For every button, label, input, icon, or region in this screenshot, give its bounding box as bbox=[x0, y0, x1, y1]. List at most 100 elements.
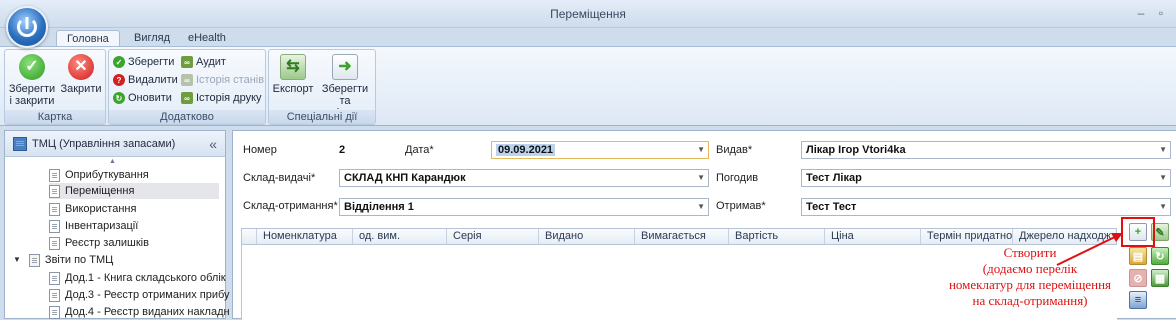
document-icon bbox=[49, 219, 60, 233]
restore-icon[interactable]: ▫ bbox=[1154, 6, 1168, 20]
group-label-card: Картка bbox=[5, 110, 105, 124]
window-title: Переміщення bbox=[550, 7, 626, 21]
export-icon: ⇆ bbox=[280, 54, 306, 80]
number-value: 2 bbox=[339, 144, 346, 156]
group-label-special: Спеціальні дії bbox=[269, 110, 375, 124]
title-bar: Переміщення – ▫ bbox=[0, 0, 1176, 28]
column-header[interactable]: од. вим. bbox=[352, 229, 446, 244]
export-button[interactable]: ⇆ Експорт bbox=[271, 54, 315, 95]
group-label-extra: Додатково bbox=[109, 110, 265, 124]
issued-by-field[interactable]: Лікар Ігор Vtori4ka ▼ bbox=[801, 141, 1171, 159]
column-header[interactable]: Вартість bbox=[728, 229, 824, 244]
items-grid-header: Номенклатура од. вим. Серія Видано Вимаг… bbox=[241, 228, 1117, 245]
refresh-icon: ↻ bbox=[1155, 250, 1165, 263]
document-copy-icon: ➜ bbox=[332, 54, 358, 80]
column-header[interactable]: Номенклатура bbox=[256, 229, 358, 244]
delete-button[interactable]: ? Видалити bbox=[113, 72, 178, 88]
tree-item-stock-register[interactable]: Реєстр залишків bbox=[49, 235, 149, 251]
wrench-icon: ✎ bbox=[1155, 226, 1165, 239]
print-history-button[interactable]: ∞ Історія друку bbox=[181, 90, 262, 106]
tree-item-report-4[interactable]: Дод.4 - Реєстр виданих накладн bbox=[49, 304, 230, 320]
tab-view[interactable]: Вигляд bbox=[124, 30, 180, 47]
ribbon-tabs: Головна Вигляд eHealth bbox=[0, 28, 1176, 47]
navigation-header: ТМЦ (Управління запасами) « bbox=[5, 131, 225, 157]
expand-icon: ▼ bbox=[13, 255, 21, 264]
received-by-field[interactable]: Тест Тест ▼ bbox=[801, 198, 1171, 216]
report-folder-icon bbox=[28, 253, 40, 267]
issued-by-label: Видав* bbox=[716, 144, 753, 156]
close-button[interactable]: ✕ Закрити bbox=[59, 54, 103, 95]
number-label: Номер bbox=[243, 144, 277, 156]
dropdown-arrow-icon[interactable]: ▼ bbox=[1159, 199, 1167, 215]
approved-by-label: Погодив bbox=[716, 172, 759, 184]
tree-item-inventory[interactable]: Інвентаризації bbox=[49, 218, 138, 234]
binoculars-icon: ∞ bbox=[181, 56, 193, 68]
to-warehouse-label: Склад-отримання* bbox=[243, 200, 338, 212]
audit-button[interactable]: ∞ Аудит bbox=[181, 54, 226, 70]
export-grid-button[interactable]: ▦ bbox=[1151, 269, 1169, 287]
check-icon: ✓ bbox=[113, 56, 125, 68]
list-icon: ≡ bbox=[1134, 294, 1142, 306]
document-icon bbox=[49, 168, 60, 182]
collapse-icon[interactable]: « bbox=[209, 136, 217, 152]
approved-by-field[interactable]: Тест Лікар ▼ bbox=[801, 169, 1171, 187]
ribbon-group-special: ⇆ Експорт ➜ Зберегти та копіювати Спеціа… bbox=[268, 49, 376, 125]
tree-item-usage[interactable]: Використання bbox=[49, 201, 136, 217]
ribbon-group-extra: ✓ Зберегти ? Видалити ↻ Оновити ∞ Аудит … bbox=[108, 49, 266, 125]
from-warehouse-label: Склад-видачі* bbox=[243, 172, 316, 184]
minimize-icon[interactable]: – bbox=[1134, 6, 1148, 20]
app-menu-button[interactable] bbox=[6, 6, 48, 48]
tree-item-receipt[interactable]: Оприбуткування bbox=[49, 167, 149, 183]
tab-ehealth[interactable]: eHealth bbox=[178, 30, 236, 47]
folder-icon: ▤ bbox=[1132, 250, 1144, 263]
from-warehouse-field[interactable]: СКЛАД КНП Карандюк ▼ bbox=[339, 169, 709, 187]
document-icon bbox=[49, 305, 60, 319]
list-view-button[interactable]: ≡ bbox=[1129, 291, 1147, 309]
state-history-button[interactable]: ∞ Історія станів bbox=[181, 72, 264, 88]
tree-item-transfer[interactable]: Переміщення bbox=[49, 183, 219, 199]
to-warehouse-field[interactable]: Відділення 1 ▼ bbox=[339, 198, 709, 216]
save-button[interactable]: ✓ Зберегти bbox=[113, 54, 174, 70]
document-icon bbox=[49, 236, 60, 250]
document-icon bbox=[49, 184, 60, 198]
delete-icon: ? bbox=[113, 74, 125, 86]
column-header[interactable]: Серія bbox=[446, 229, 538, 244]
refresh-button[interactable]: ↻ Оновити bbox=[113, 90, 172, 106]
column-header[interactable]: Видано bbox=[538, 229, 634, 244]
refresh-icon: ↻ bbox=[113, 92, 125, 104]
dropdown-arrow-icon[interactable]: ▼ bbox=[1159, 142, 1167, 158]
dropdown-arrow-icon[interactable]: ▼ bbox=[697, 199, 705, 215]
document-icon bbox=[49, 271, 60, 285]
scroll-up-icon[interactable]: ▲ bbox=[109, 158, 116, 165]
document-form: Номер 2 Дата* 09.09.2021 ▼ Видав* Лікар … bbox=[232, 130, 1176, 320]
binoculars-icon: ∞ bbox=[181, 92, 193, 104]
document-icon bbox=[49, 288, 60, 302]
check-icon: ✓ bbox=[19, 54, 45, 80]
column-header[interactable]: Термін придатнос bbox=[920, 229, 1012, 244]
column-header[interactable]: Ціна bbox=[824, 229, 920, 244]
excel-icon: ▦ bbox=[1154, 272, 1166, 285]
dropdown-arrow-icon[interactable]: ▼ bbox=[697, 170, 705, 186]
delete-icon: ⊘ bbox=[1133, 272, 1143, 285]
module-icon bbox=[13, 136, 27, 151]
document-icon bbox=[49, 202, 60, 216]
refresh-grid-button[interactable]: ↻ bbox=[1151, 247, 1169, 265]
close-icon: ✕ bbox=[68, 54, 94, 80]
navigation-panel: ТМЦ (Управління запасами) « ▲ Оприбуткув… bbox=[4, 130, 230, 319]
dropdown-arrow-icon[interactable]: ▼ bbox=[1159, 170, 1167, 186]
received-by-label: Отримав* bbox=[716, 200, 766, 212]
ribbon: ✓ Зберегти і закрити ✕ Закрити Картка ✓ … bbox=[0, 46, 1176, 126]
date-field[interactable]: 09.09.2021 ▼ bbox=[491, 141, 709, 159]
delete-row-button[interactable]: ⊘ bbox=[1129, 269, 1147, 287]
tree-section-reports[interactable]: ▼ Звіти по ТМЦ bbox=[13, 252, 113, 268]
ribbon-group-card: ✓ Зберегти і закрити ✕ Закрити Картка bbox=[4, 49, 106, 125]
tab-home[interactable]: Головна bbox=[56, 30, 120, 47]
binoculars-icon: ∞ bbox=[181, 74, 193, 86]
dropdown-arrow-icon[interactable]: ▼ bbox=[697, 142, 705, 158]
tree-item-report-1[interactable]: Дод.1 - Книга складського облік bbox=[49, 270, 226, 286]
column-header[interactable]: Вимагається bbox=[634, 229, 728, 244]
tree-item-report-3[interactable]: Дод.3 - Реєстр отриманих прибу bbox=[49, 287, 230, 303]
date-label: Дата* bbox=[405, 144, 434, 156]
annotation-text: Створити (додаємо перелік номеклатур для… bbox=[948, 245, 1112, 308]
save-close-button[interactable]: ✓ Зберегти і закрити bbox=[7, 54, 57, 107]
